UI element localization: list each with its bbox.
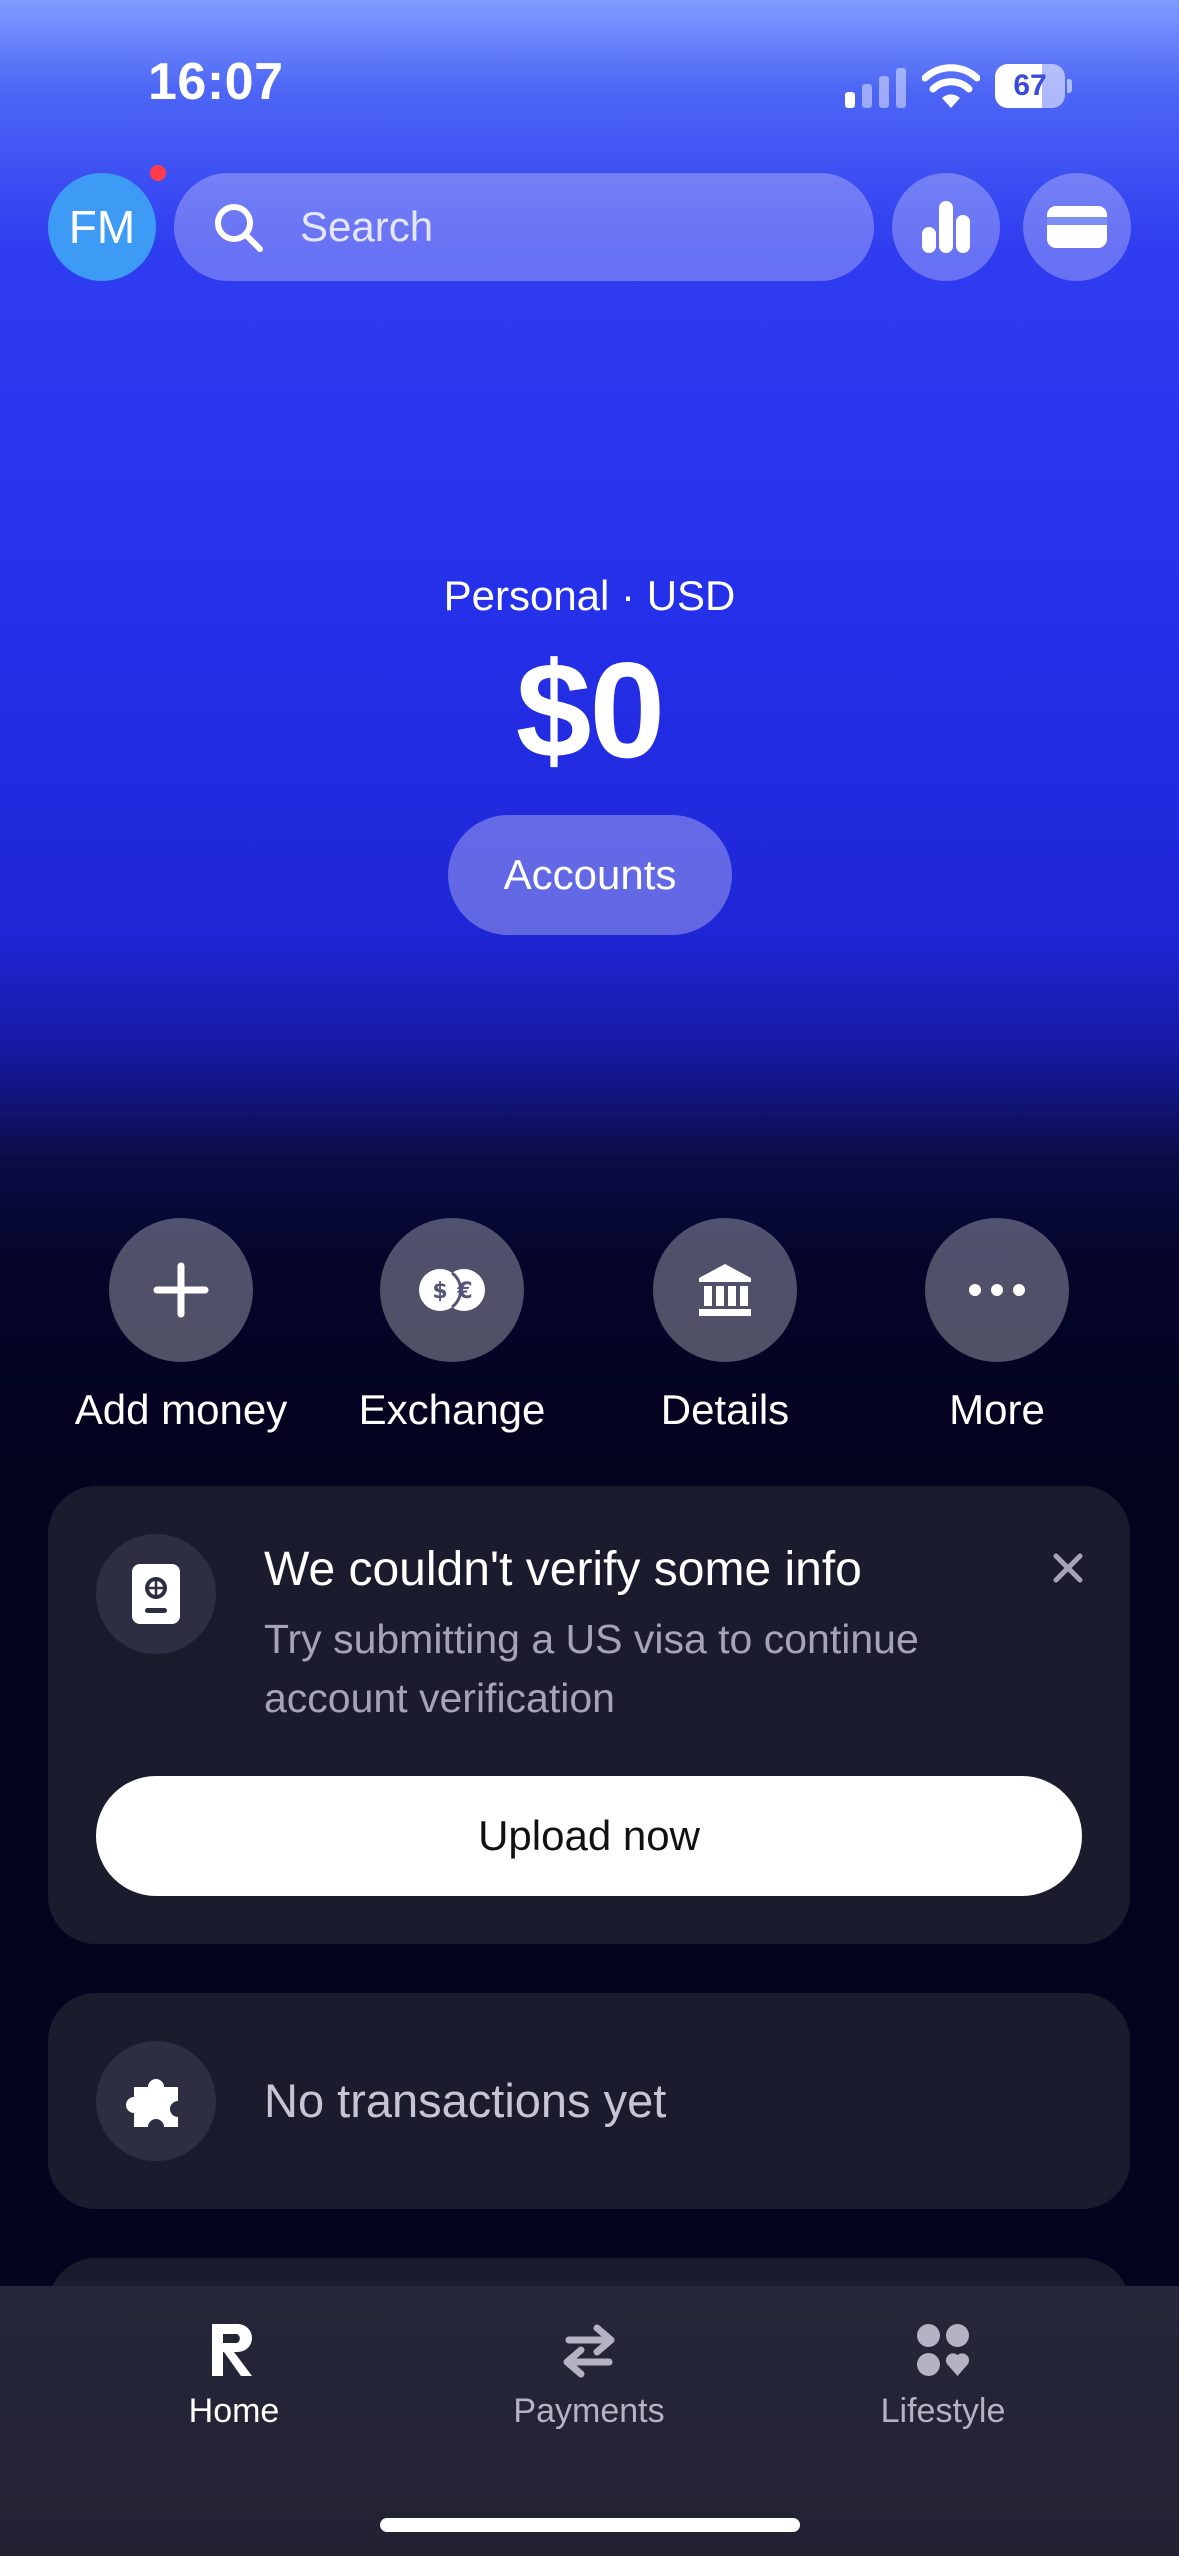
- puzzle-icon: [126, 2079, 178, 2127]
- avatar[interactable]: FM: [48, 173, 156, 281]
- transactions-card[interactable]: No transactions yet: [48, 1993, 1130, 2209]
- search-icon: [215, 204, 263, 252]
- nav-item-lifestyle[interactable]: Lifestyle: [803, 2320, 1083, 2450]
- verification-card: We couldn't verify some info Try submitt…: [48, 1486, 1130, 1944]
- revolut-logo-icon: [212, 2324, 252, 2376]
- currency-exchange-icon: $ €: [419, 1269, 485, 1311]
- balance-amount: $0: [515, 634, 665, 786]
- nav-label-home: Home: [188, 2392, 280, 2430]
- status-time: 16:07: [148, 53, 284, 111]
- svg-text:$: $: [432, 1279, 447, 1304]
- account-label: Personal · USD: [443, 572, 736, 619]
- wifi-icon: [922, 64, 980, 108]
- nav-label-lifestyle: Lifestyle: [880, 2392, 1006, 2430]
- home-indicator: [380, 2518, 800, 2532]
- exchange-label: Exchange: [358, 1386, 546, 1433]
- verification-icon-container: [96, 1534, 216, 1654]
- cards-button[interactable]: [1023, 173, 1131, 281]
- nav-item-home[interactable]: Home: [94, 2320, 374, 2450]
- upload-now-button[interactable]: Upload now: [96, 1776, 1082, 1896]
- home-screen: 16:07 67 FM Search Personal · USD $0 Acc…: [0, 0, 1179, 2556]
- verification-description: Try submitting a US visa to continue acc…: [264, 1616, 919, 1721]
- verification-title: We couldn't verify some info: [264, 1543, 862, 1596]
- search-placeholder: Search: [300, 203, 434, 250]
- more-button[interactable]: More: [867, 1218, 1127, 1448]
- analytics-button[interactable]: [892, 173, 1000, 281]
- nav-item-payments[interactable]: Payments: [449, 2320, 729, 2450]
- more-label: More: [949, 1386, 1045, 1433]
- avatar-initials: FM: [68, 201, 136, 253]
- transfer-arrows-icon: [563, 2324, 615, 2378]
- bank-icon: [699, 1264, 751, 1316]
- exchange-button[interactable]: $ € Exchange: [322, 1218, 582, 1448]
- nav-label-payments: Payments: [513, 2392, 665, 2430]
- search-bar[interactable]: Search: [174, 173, 874, 281]
- accounts-button[interactable]: Accounts: [448, 815, 732, 935]
- ellipsis-icon: [969, 1284, 1025, 1296]
- battery-percent: 67: [1013, 69, 1047, 102]
- battery-indicator: 67: [995, 64, 1072, 108]
- bar-chart-icon: [922, 201, 970, 253]
- transactions-icon-container: [96, 2041, 216, 2161]
- cellular-signal-icon: [845, 68, 907, 108]
- no-transactions-text: No transactions yet: [264, 2074, 667, 2127]
- card-icon: [1047, 206, 1107, 248]
- bottom-nav: Home Payments Lifestyle: [0, 2286, 1179, 2556]
- notification-dot: [150, 165, 166, 181]
- plus-icon: [153, 1262, 209, 1318]
- close-icon[interactable]: [1048, 1548, 1088, 1588]
- details-button[interactable]: Details: [595, 1218, 855, 1448]
- lifestyle-grid-icon: [917, 2324, 970, 2376]
- svg-text:€: €: [456, 1279, 472, 1304]
- add-money-button[interactable]: Add money: [51, 1218, 311, 1448]
- passport-icon: [132, 1564, 180, 1624]
